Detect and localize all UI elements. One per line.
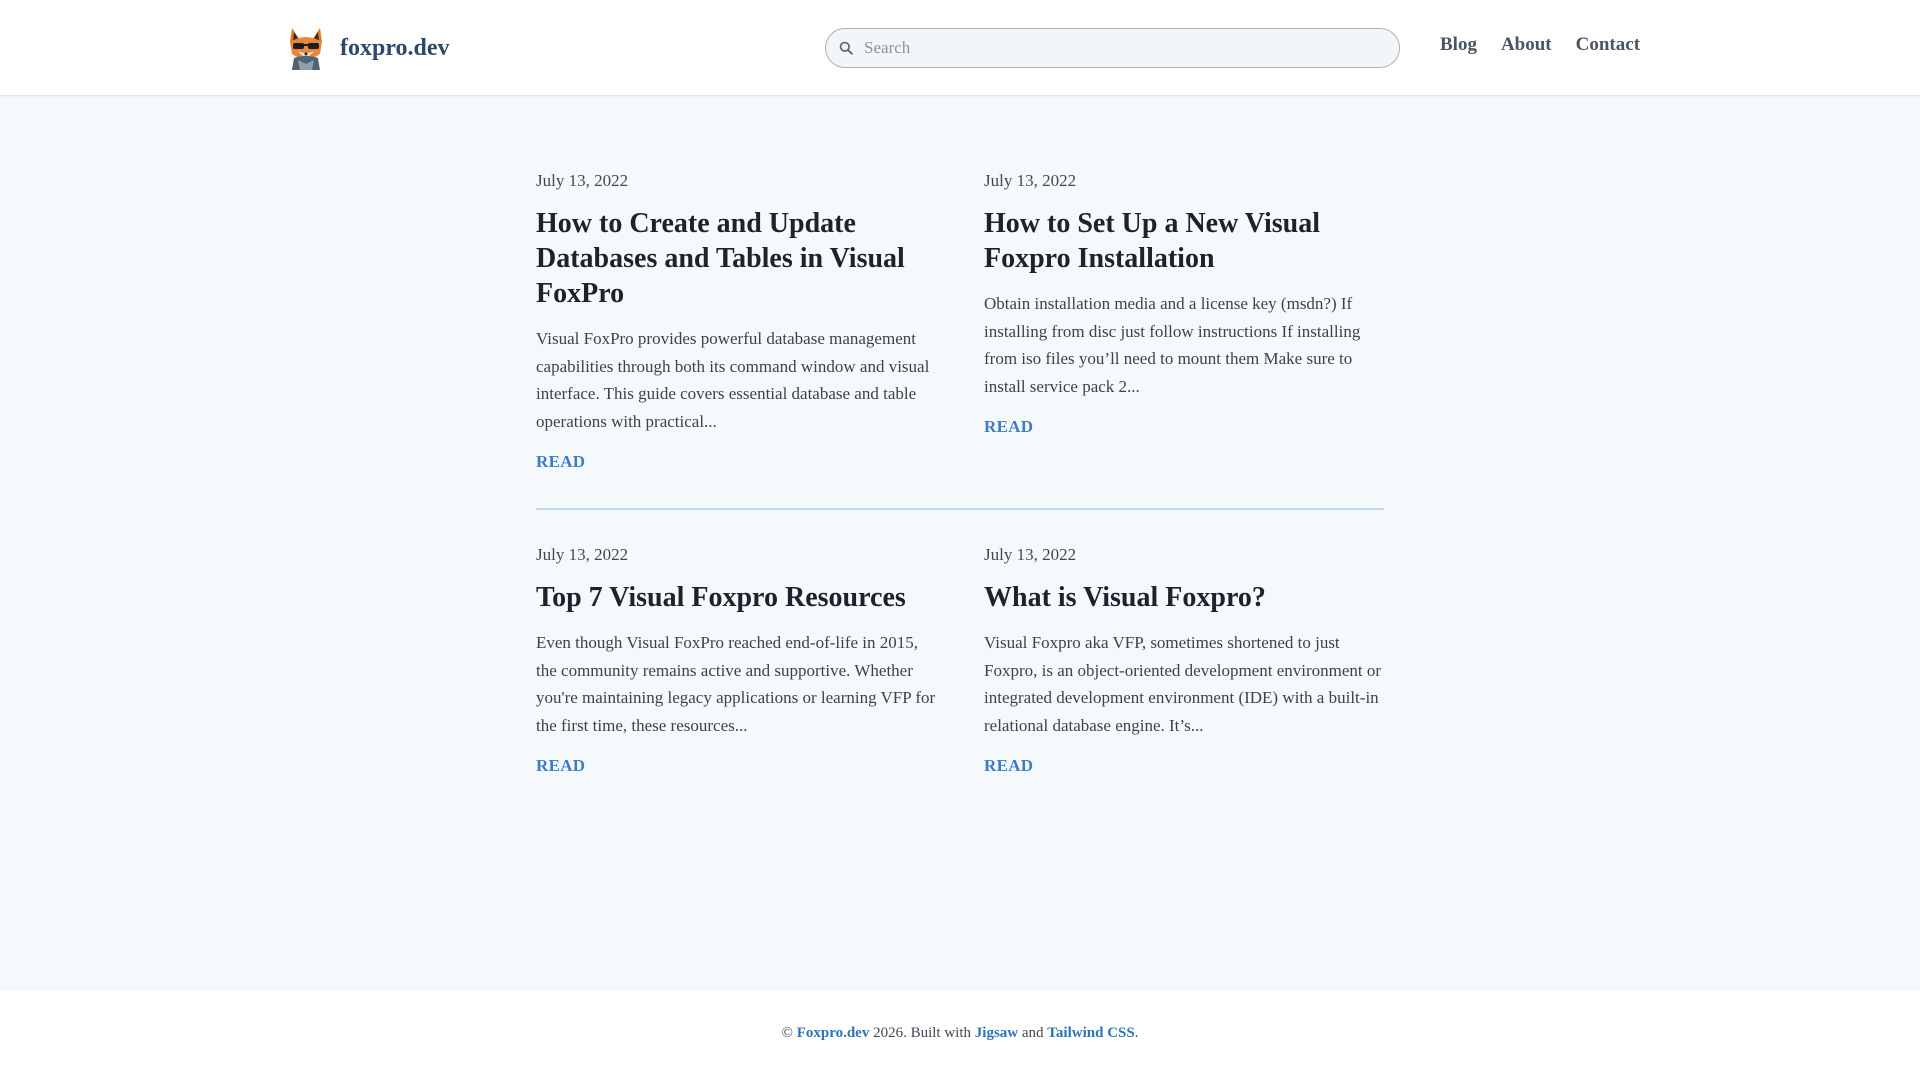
footer-jigsaw-link[interactable]: Jigsaw [975, 1025, 1018, 1041]
post-date: July 13, 2022 [984, 545, 1077, 564]
post-divider [536, 508, 1384, 510]
read-link[interactable]: READ [984, 756, 1033, 776]
search-input[interactable] [864, 38, 1384, 58]
main-nav: Blog About Contact [1440, 34, 1664, 56]
footer-tailwind-link[interactable]: Tailwind CSS [1047, 1025, 1134, 1041]
brand-name: foxpro.dev [340, 34, 450, 61]
nav-contact[interactable]: Contact [1576, 34, 1640, 56]
brand-link[interactable]: foxpro.dev [286, 24, 450, 72]
search-box[interactable] [825, 28, 1400, 68]
post-date: July 13, 2022 [536, 171, 629, 190]
nav-blog[interactable]: Blog [1440, 34, 1477, 56]
post-date: July 13, 2022 [984, 171, 1077, 190]
post-card: July 13, 2022 What is Visual Foxpro? Vis… [984, 544, 1384, 776]
search-icon [839, 41, 853, 55]
site-header: foxpro.dev Blog About Contact [0, 0, 1920, 96]
post-title[interactable]: Top 7 Visual Foxpro Resources [536, 580, 936, 615]
read-link[interactable]: READ [536, 452, 585, 472]
site-footer: © Foxpro.dev 2026. Built with Jigsaw and… [0, 990, 1920, 1080]
post-title[interactable]: How to Create and Update Databases and T… [536, 206, 936, 311]
post-excerpt: Obtain installation media and a license … [984, 294, 1361, 396]
read-link[interactable]: READ [984, 417, 1033, 437]
post-excerpt: Visual Foxpro aka VFP, sometimes shorten… [984, 633, 1382, 735]
footer-and-text: and [1021, 1025, 1044, 1041]
post-card: July 13, 2022 Top 7 Visual Foxpro Resour… [536, 544, 936, 776]
post-excerpt: Even though Visual FoxPro reached end-of… [536, 633, 936, 735]
footer-period: . [1134, 1025, 1139, 1041]
post-card: July 13, 2022 How to Create and Update D… [536, 170, 936, 472]
fox-logo-icon [290, 28, 322, 70]
post-date: July 13, 2022 [536, 545, 629, 564]
post-excerpt: Visual FoxPro provides powerful database… [536, 329, 930, 431]
post-title[interactable]: What is Visual Foxpro? [984, 580, 1384, 615]
post-card: July 13, 2022 How to Set Up a New Visual… [984, 170, 1384, 437]
footer-year-text: 2026. Built with [873, 1025, 972, 1041]
copyright-symbol: © [781, 1025, 793, 1041]
read-link[interactable]: READ [536, 756, 585, 776]
nav-about[interactable]: About [1501, 34, 1552, 56]
post-title[interactable]: How to Set Up a New Visual Foxpro Instal… [984, 206, 1384, 276]
footer-text: © Foxpro.dev 2026. Built with Jigsaw and… [0, 1025, 1920, 1042]
footer-site-link[interactable]: Foxpro.dev [797, 1025, 870, 1041]
